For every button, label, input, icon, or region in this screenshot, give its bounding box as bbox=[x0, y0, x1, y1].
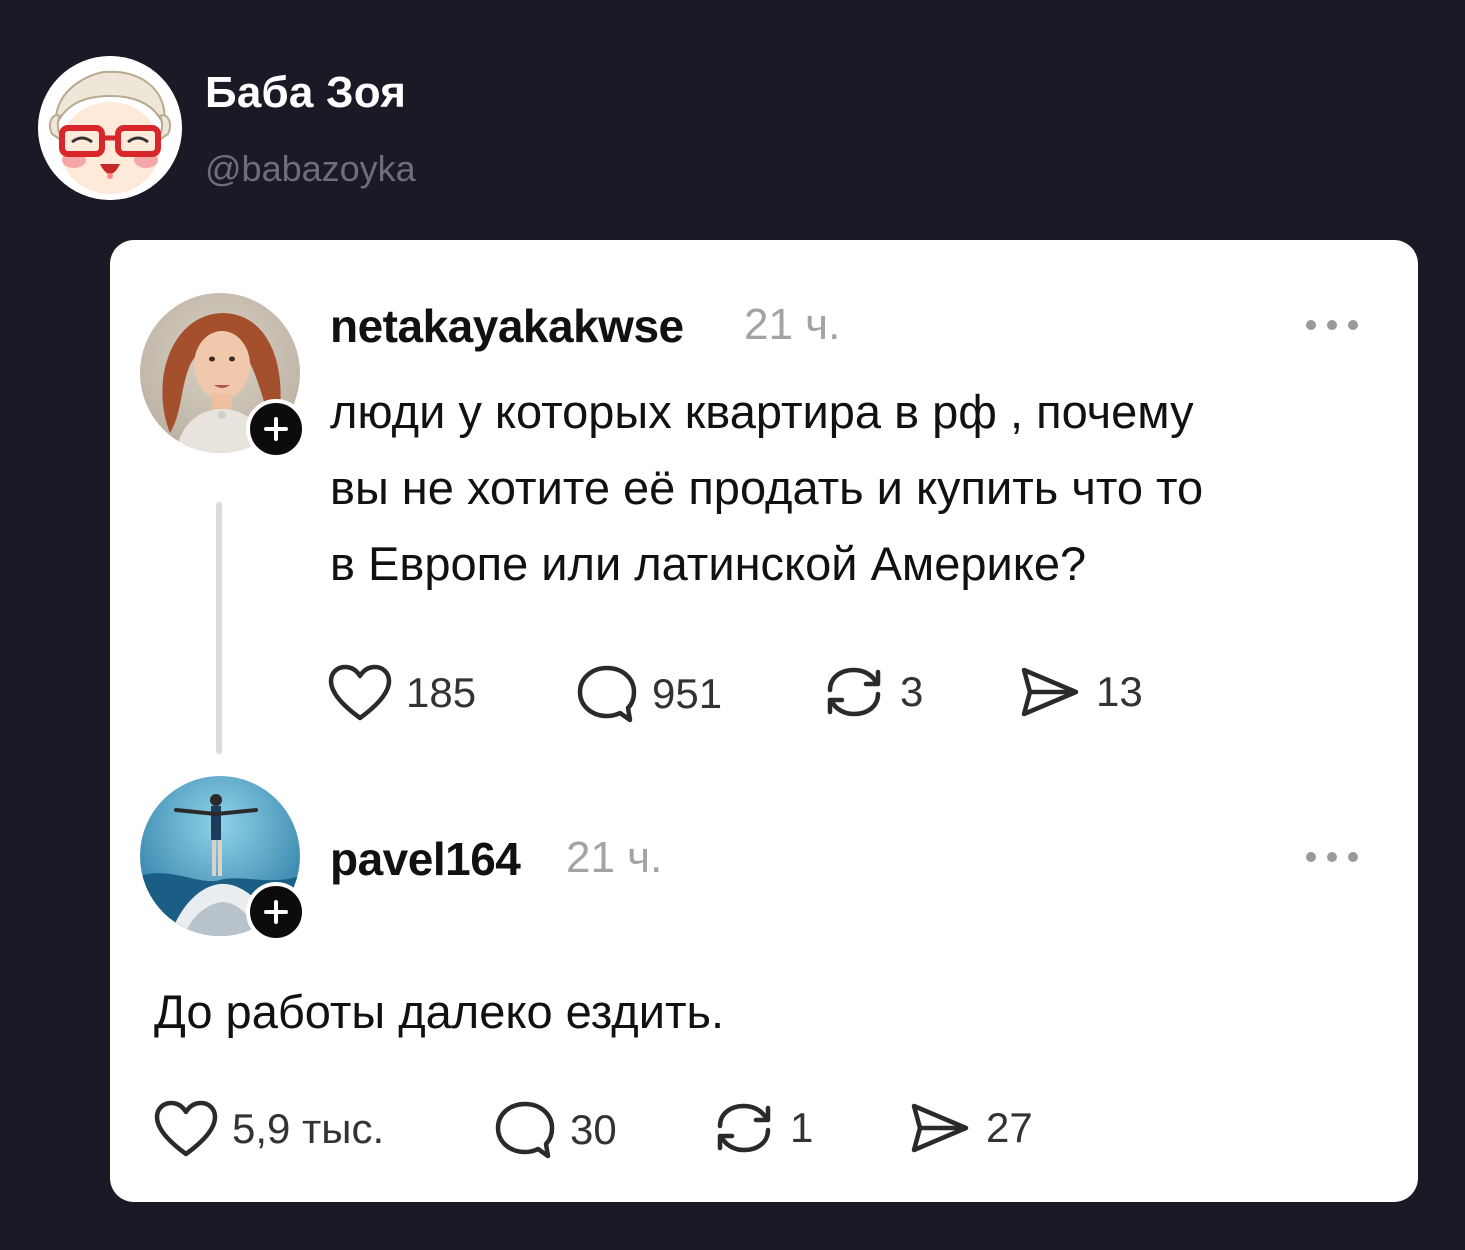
comment-count: 30 bbox=[570, 1106, 617, 1153]
plus-icon bbox=[264, 900, 288, 924]
post-username[interactable]: netakayakakwse bbox=[330, 299, 684, 353]
more-options-icon[interactable] bbox=[1306, 850, 1358, 864]
share-button[interactable]: 27 bbox=[908, 1100, 1033, 1156]
thread-card: netakayakakwse 21 ч. люди у которых квар… bbox=[110, 240, 1418, 1202]
page: Баба Зоя @babazoyka netakayakakwse 21 ч.… bbox=[0, 0, 1465, 1250]
share-count: 27 bbox=[986, 1104, 1033, 1151]
more-options-icon[interactable] bbox=[1306, 318, 1358, 332]
plus-icon bbox=[264, 417, 288, 441]
follow-button[interactable] bbox=[246, 399, 306, 459]
channel-name[interactable]: Баба Зоя bbox=[205, 68, 406, 118]
channel-handle[interactable]: @babazoyka bbox=[205, 148, 416, 190]
thread-connector-line bbox=[216, 502, 222, 754]
comment-button[interactable]: 951 bbox=[576, 664, 722, 724]
like-button[interactable]: 185 bbox=[328, 664, 476, 722]
repost-icon bbox=[717, 1103, 771, 1153]
heart-icon bbox=[154, 1100, 218, 1157]
share-button[interactable]: 13 bbox=[1018, 664, 1143, 720]
send-icon bbox=[1021, 667, 1079, 717]
follow-button[interactable] bbox=[246, 882, 306, 942]
post-time: 21 ч. bbox=[566, 833, 663, 882]
comment-count: 951 bbox=[652, 670, 723, 717]
repost-icon bbox=[827, 667, 881, 717]
post-time: 21 ч. bbox=[744, 300, 841, 349]
like-button[interactable]: 5,9 тыс. bbox=[154, 1100, 384, 1158]
like-count: 5,9 тыс. bbox=[232, 1105, 385, 1152]
cartoon-grandma-icon bbox=[38, 56, 182, 200]
comment-bubble-icon bbox=[495, 1101, 555, 1159]
channel-avatar[interactable] bbox=[38, 56, 182, 200]
repost-count: 1 bbox=[790, 1104, 814, 1151]
like-count: 185 bbox=[406, 669, 477, 716]
heart-icon bbox=[328, 664, 392, 721]
repost-button[interactable]: 3 bbox=[822, 664, 923, 720]
repost-button[interactable]: 1 bbox=[712, 1100, 813, 1156]
post-text: люди у которых квартира в рф , почему вы… bbox=[330, 385, 1204, 590]
send-icon bbox=[911, 1103, 969, 1153]
post-username[interactable]: pavel164 bbox=[330, 832, 521, 886]
comment-button[interactable]: 30 bbox=[494, 1100, 617, 1160]
repost-count: 3 bbox=[900, 668, 924, 715]
post-text: До работы далеко ездить. bbox=[154, 985, 725, 1038]
share-count: 13 bbox=[1096, 668, 1143, 715]
comment-bubble-icon bbox=[577, 665, 637, 723]
